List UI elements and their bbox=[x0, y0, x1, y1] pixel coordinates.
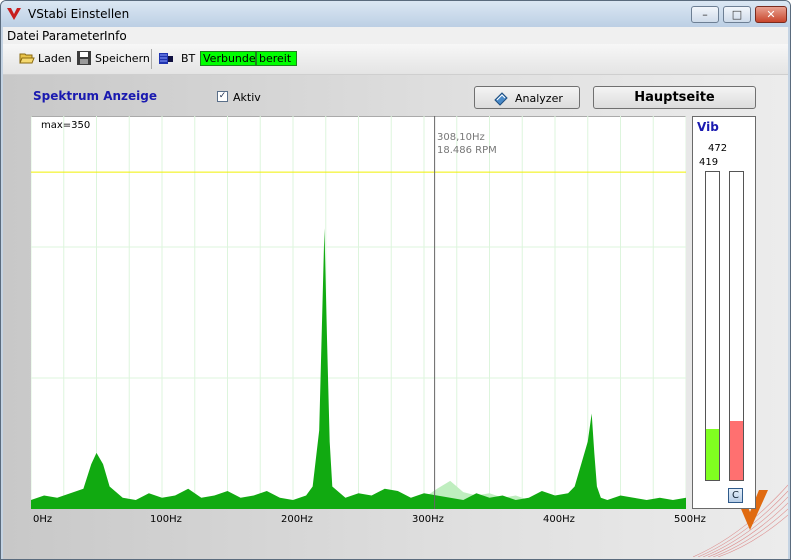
vib-reset-button[interactable]: C bbox=[728, 488, 743, 503]
cursor-frequency-label: 308,10Hz bbox=[437, 132, 485, 143]
main-content: Spektrum Anzeige ✓ Aktiv Analyzer Haupts… bbox=[3, 75, 788, 559]
menu-info[interactable]: Info bbox=[104, 29, 127, 43]
aktiv-checkbox[interactable]: ✓ bbox=[217, 91, 228, 102]
window-title: VStabi Einstellen bbox=[28, 7, 130, 21]
vib-bar-red bbox=[729, 171, 744, 481]
bt-label: BT bbox=[181, 52, 196, 65]
vib-bar-red-level bbox=[730, 421, 743, 480]
x-tick-label: 500Hz bbox=[674, 514, 706, 525]
analyzer-book-icon bbox=[494, 92, 508, 106]
ready-status: bereit bbox=[256, 51, 297, 66]
load-button[interactable]: Laden bbox=[38, 52, 72, 65]
cursor-rpm-label: 18.486 RPM bbox=[437, 145, 497, 156]
toolbar: Laden Speichern BT Verbunden bereit bbox=[3, 44, 788, 75]
vib-bar-green-level bbox=[706, 429, 719, 480]
connection-status: Verbunden bbox=[200, 51, 263, 66]
spectrum-heading: Spektrum Anzeige bbox=[33, 89, 158, 103]
minimize-button[interactable]: – bbox=[691, 6, 719, 23]
toolbar-separator bbox=[151, 49, 152, 69]
vib-panel: Vib 472 419 C bbox=[692, 116, 756, 509]
aktiv-label: Aktiv bbox=[233, 91, 261, 104]
menu-datei[interactable]: Datei bbox=[7, 29, 39, 43]
hauptseite-button[interactable]: Hauptseite bbox=[593, 86, 756, 109]
close-button[interactable]: ✕ bbox=[755, 6, 787, 23]
bluetooth-device-icon[interactable] bbox=[158, 50, 174, 66]
vib-bar-green bbox=[705, 171, 720, 481]
vstabi-logo-icon bbox=[7, 8, 21, 20]
x-tick-label: 100Hz bbox=[150, 514, 182, 525]
save-button[interactable]: Speichern bbox=[95, 52, 150, 65]
x-tick-label: 300Hz bbox=[412, 514, 444, 525]
maximize-button[interactable]: □ bbox=[723, 6, 751, 23]
analyzer-label: Analyzer bbox=[515, 92, 563, 105]
vib-value-top: 472 bbox=[708, 143, 728, 154]
analyzer-button[interactable]: Analyzer bbox=[474, 86, 580, 109]
folder-open-icon[interactable] bbox=[19, 50, 35, 66]
x-tick-label: 0Hz bbox=[33, 514, 53, 525]
vib-title: Vib bbox=[697, 120, 719, 134]
spectrum-chart: max=350 308,10Hz 18.486 RPM bbox=[31, 116, 686, 509]
menu-bar: Datei Parameter Info bbox=[3, 27, 788, 44]
x-tick-label: 400Hz bbox=[543, 514, 575, 525]
title-bar: VStabi Einstellen – □ ✕ bbox=[1, 1, 790, 27]
vib-value-left: 419 bbox=[699, 157, 719, 168]
menu-parameter[interactable]: Parameter bbox=[42, 29, 104, 43]
x-tick-label: 200Hz bbox=[281, 514, 313, 525]
chart-max-label: max=350 bbox=[41, 120, 90, 131]
save-disk-icon[interactable] bbox=[76, 50, 92, 66]
app-window: VStabi Einstellen – □ ✕ Datei Parameter … bbox=[0, 0, 791, 560]
